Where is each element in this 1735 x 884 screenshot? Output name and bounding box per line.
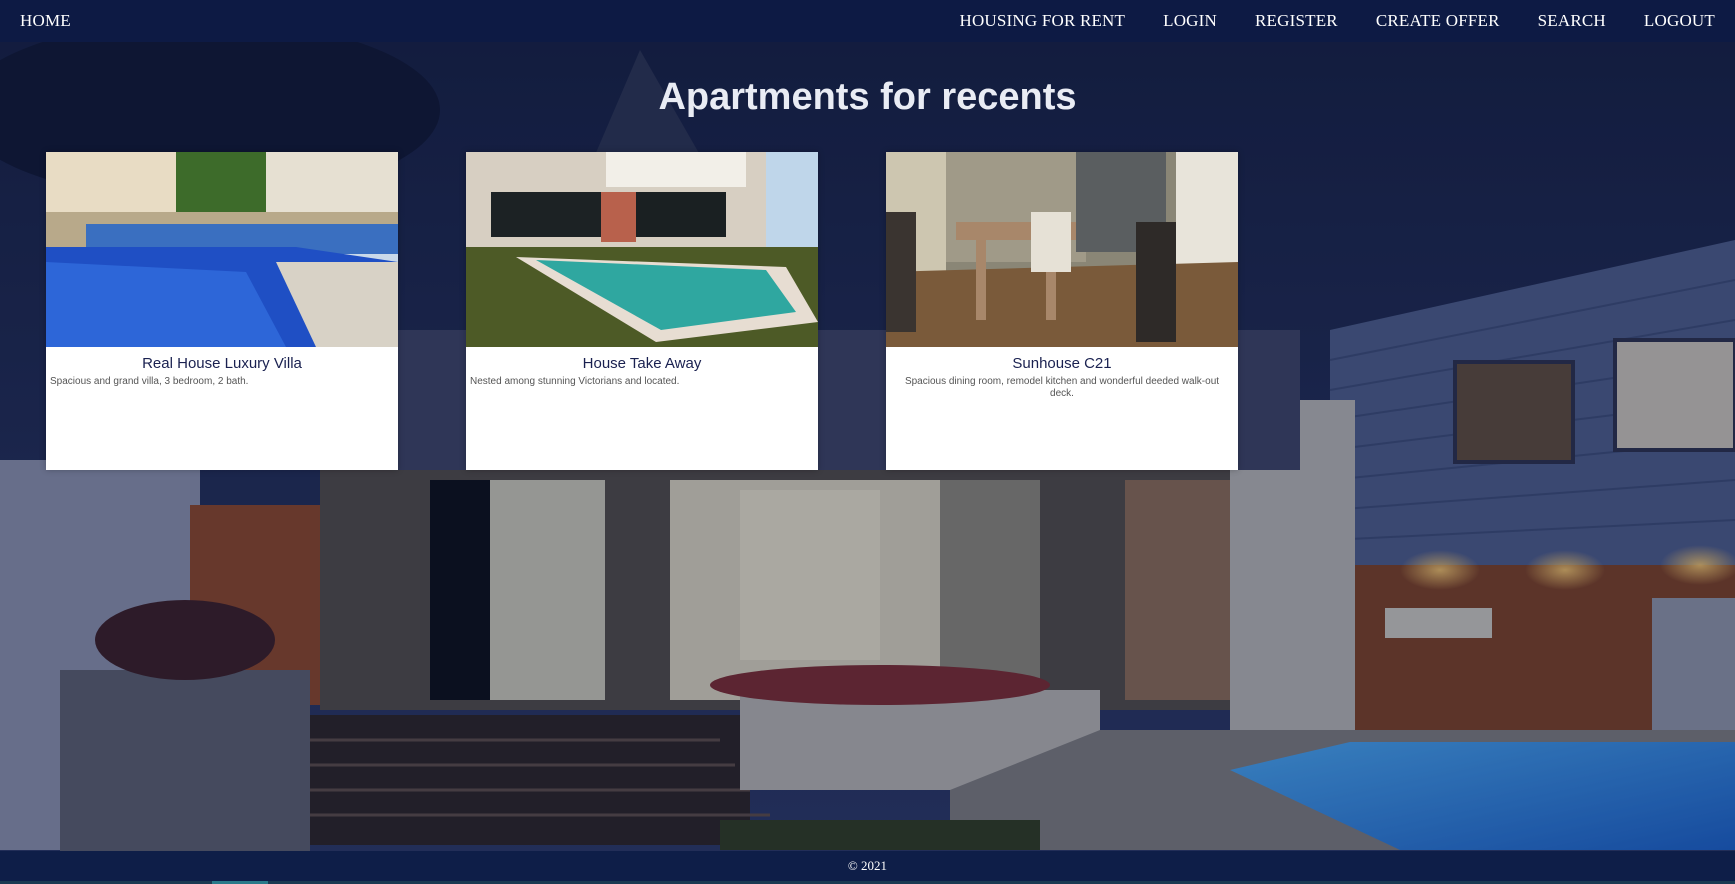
copyright-text: © 2021 <box>847 857 888 873</box>
card-title[interactable]: House Take Away <box>466 355 818 372</box>
apartment-card[interactable]: Sunhouse C21 Spacious dining room, remod… <box>886 152 1238 470</box>
nav-login-link[interactable]: LOGIN <box>1163 11 1217 31</box>
page-title: Apartments for recents <box>658 76 1077 118</box>
footer: © 2021 <box>0 851 1735 884</box>
nav-home-link[interactable]: HOME <box>20 11 71 31</box>
villa-pool-photo[interactable] <box>46 152 398 347</box>
card-description: Spacious and grand villa, 3 bedroom, 2 b… <box>50 376 249 387</box>
nav-right-group: HOUSING FOR RENT LOGIN REGISTER CREATE O… <box>959 11 1715 31</box>
card-title[interactable]: Sunhouse C21 <box>886 355 1238 372</box>
nav-logout-link[interactable]: LOGOUT <box>1644 11 1715 31</box>
apartment-card[interactable]: Real House Luxury Villa Spacious and gra… <box>46 152 398 470</box>
top-navigation: HOME HOUSING FOR RENT LOGIN REGISTER CRE… <box>0 0 1735 42</box>
dining-room-photo[interactable] <box>886 152 1238 347</box>
apartment-card[interactable]: House Take Away Nested among stunning Vi… <box>466 152 818 470</box>
card-title[interactable]: Real House Luxury Villa <box>46 355 398 372</box>
nav-register-link[interactable]: REGISTER <box>1255 11 1338 31</box>
card-description: Spacious dining room, remodel kitchen an… <box>904 376 1220 399</box>
card-description: Nested among stunning Victorians and loc… <box>470 376 680 387</box>
modern-house-photo[interactable] <box>466 152 818 347</box>
nav-housing-for-rent-link[interactable]: HOUSING FOR RENT <box>959 11 1125 31</box>
nav-search-link[interactable]: SEARCH <box>1538 11 1606 31</box>
nav-create-offer-link[interactable]: CREATE OFFER <box>1376 11 1500 31</box>
